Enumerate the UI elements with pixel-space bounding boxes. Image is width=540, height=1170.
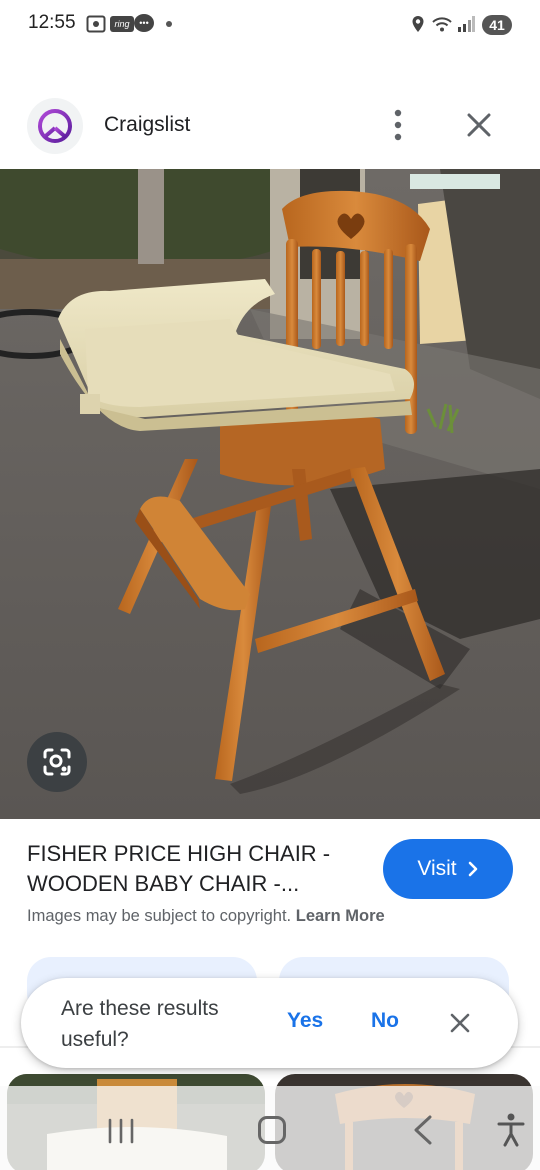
learn-more-link[interactable]: Learn More (296, 907, 385, 925)
feedback-question: Are these results useful? (61, 997, 219, 1051)
recent-apps-icon (108, 1118, 134, 1144)
more-notifications-dot-icon (166, 21, 172, 27)
recent-apps-button[interactable] (104, 1118, 138, 1144)
system-navigation-bar (0, 1086, 540, 1170)
more-options-button[interactable] (384, 108, 412, 142)
close-icon (467, 113, 491, 137)
lens-icon (43, 748, 71, 776)
back-icon (414, 1115, 432, 1145)
accessibility-button[interactable] (494, 1112, 528, 1148)
lens-search-button[interactable] (27, 732, 87, 792)
high-chair-photo (0, 169, 540, 819)
feedback-yes-button[interactable]: Yes (287, 1009, 323, 1033)
close-button[interactable] (462, 108, 496, 142)
site-name[interactable]: Craigslist (104, 113, 190, 137)
copyright-text: Images may be subject to copyright. (27, 907, 292, 925)
wifi-icon (430, 14, 454, 34)
result-image[interactable] (0, 169, 540, 819)
feedback-no-button[interactable]: No (371, 1009, 399, 1033)
signal-strength-icon (456, 14, 476, 34)
result-title[interactable]: FISHER PRICE HIGH CHAIR - WOODEN BABY CH… (27, 839, 367, 899)
visit-button[interactable]: Visit (383, 839, 513, 899)
close-icon (450, 1013, 470, 1033)
visit-label: Visit (417, 857, 457, 880)
feedback-prompt: Are these results useful? Yes No (21, 978, 518, 1068)
chat-notification-icon: ••• (134, 14, 154, 32)
more-vert-icon (394, 109, 402, 141)
result-header: Craigslist (0, 96, 540, 156)
screenshot-icon (86, 14, 106, 34)
chevron-right-icon (468, 861, 477, 877)
feedback-dismiss-button[interactable] (447, 1010, 473, 1036)
peace-sign-icon (38, 109, 72, 143)
home-button[interactable] (258, 1116, 286, 1144)
status-bar: 12:55 ring ••• 41 (0, 0, 540, 52)
battery-level: 41 (482, 15, 512, 35)
back-button[interactable] (410, 1114, 436, 1146)
site-favicon[interactable] (27, 98, 83, 154)
copyright-notice: Images may be subject to copyright. Lear… (27, 907, 385, 926)
status-time: 12:55 (28, 12, 76, 33)
ring-app-icon: ring (110, 16, 134, 32)
location-icon (410, 14, 426, 34)
accessibility-icon (497, 1113, 525, 1147)
